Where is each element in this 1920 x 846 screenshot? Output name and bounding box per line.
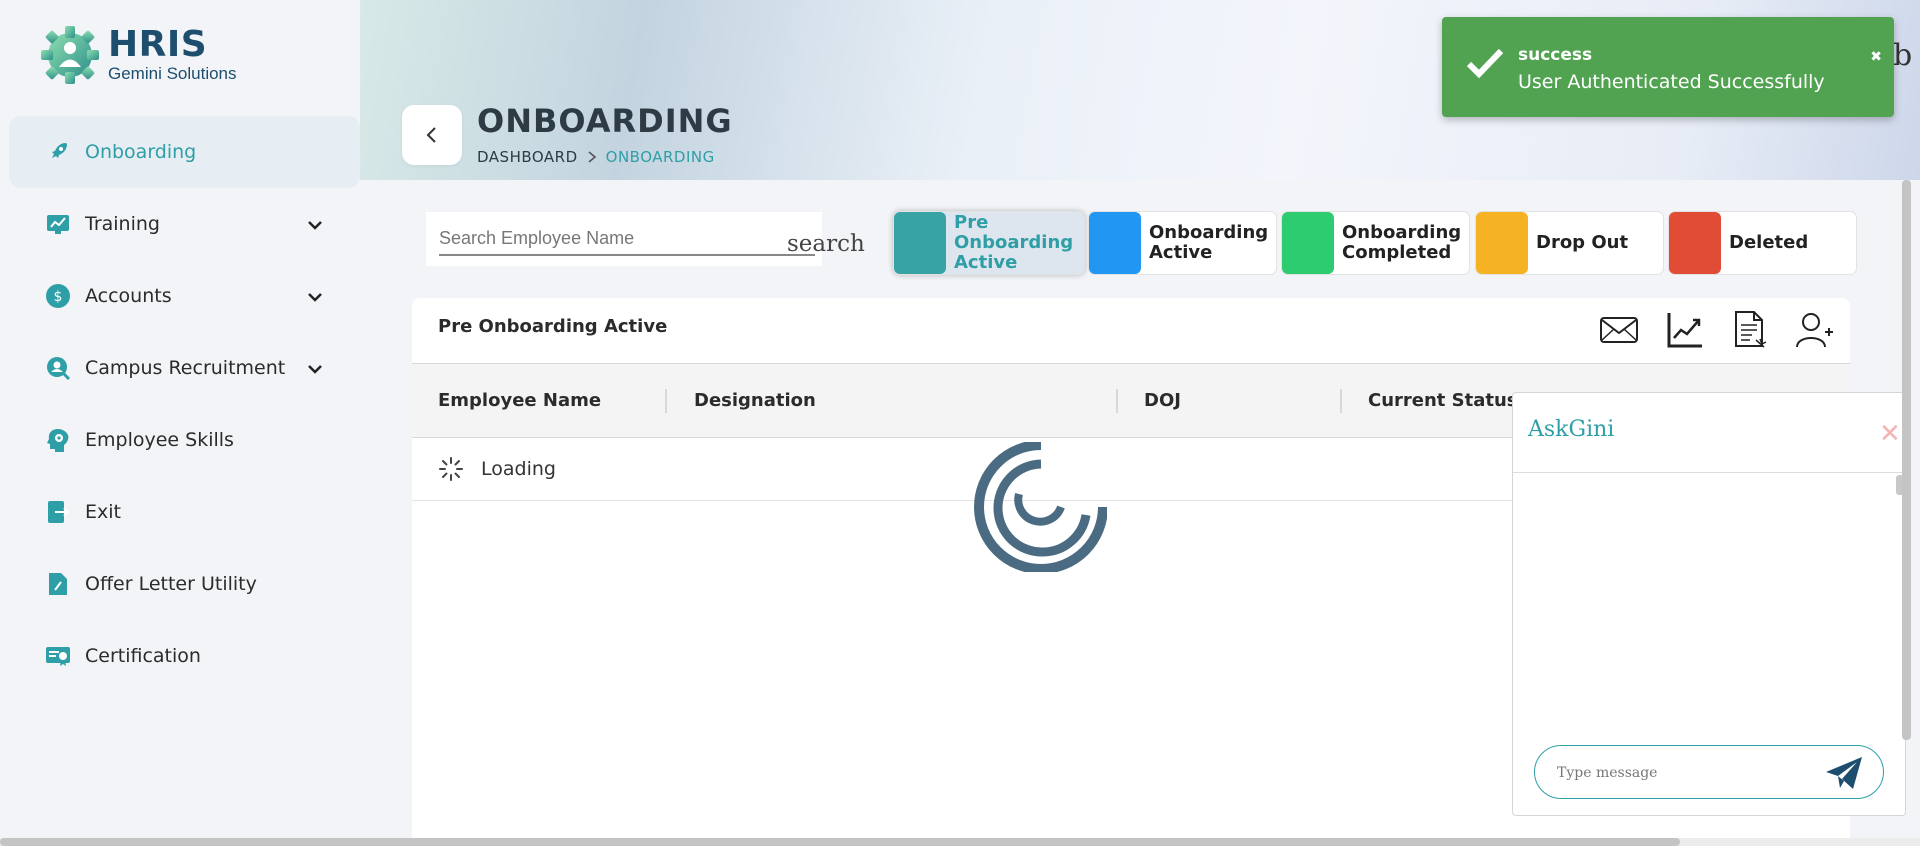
tab-label: Onboarding Active [1149, 222, 1269, 263]
chat-close-button[interactable]: ✕ [1879, 419, 1901, 449]
sidebar-item-exit[interactable]: Exit [9, 476, 360, 548]
breadcrumb-dashboard[interactable]: DASHBOARD [477, 148, 578, 166]
page-loading-spinner-icon [974, 442, 1107, 572]
sidebar-item-label: Certification [85, 645, 201, 667]
chevron-left-icon [426, 127, 436, 143]
exit-door-icon [45, 499, 71, 525]
chevron-down-icon[interactable] [306, 288, 324, 306]
sidebar-nav: Onboarding Training $ Accounts Campus Re… [9, 116, 360, 692]
loading-spinner-icon [439, 457, 463, 481]
brand-logo[interactable]: HRIS Gemini Solutions [40, 24, 237, 86]
brand-title: HRIS [108, 24, 208, 65]
horizontal-scrollbar[interactable] [0, 838, 1680, 846]
column-divider[interactable] [1116, 389, 1118, 413]
search-button[interactable]: search [787, 231, 865, 257]
toast-message: User Authenticated Successfully [1518, 71, 1825, 93]
sidebar-item-label: Offer Letter Utility [85, 573, 257, 595]
chat-title: AskGini [1528, 417, 1615, 442]
status-swatch [1669, 212, 1721, 274]
chat-header: AskGini ✕ [1513, 393, 1905, 473]
dollar-icon: $ [45, 283, 71, 309]
success-toast: success User Authenticated Successfully … [1442, 17, 1894, 117]
chat-input-container [1534, 745, 1884, 799]
column-header-current-status[interactable]: Current Status [1368, 390, 1518, 411]
tab-onboarding-active[interactable]: Onboarding Active [1088, 211, 1277, 275]
chevron-down-icon[interactable] [306, 216, 324, 234]
chart-board-icon [45, 211, 71, 237]
checkmark-icon [1466, 48, 1504, 79]
sidebar-item-label: Accounts [85, 285, 172, 307]
search-container [426, 212, 822, 266]
tab-label: Drop Out [1536, 232, 1629, 253]
toast-close-button[interactable]: ✖ [1870, 49, 1882, 65]
add-user-icon[interactable] [1794, 309, 1836, 351]
status-swatch [1476, 212, 1528, 274]
back-button[interactable] [402, 105, 462, 165]
sidebar-item-label: Training [85, 213, 160, 235]
rocket-icon [45, 139, 71, 165]
sidebar-item-label: Employee Skills [85, 429, 234, 451]
breadcrumb-onboarding: ONBOARDING [605, 148, 715, 166]
brand-subtitle: Gemini Solutions [108, 64, 237, 83]
report-document-icon[interactable] [1729, 309, 1771, 351]
chevron-down-icon[interactable] [306, 360, 324, 378]
tab-pre-onboarding-active[interactable]: Pre Onboarding Active [893, 211, 1085, 275]
vertical-scrollbar[interactable] [1902, 180, 1911, 740]
mail-icon[interactable] [1598, 309, 1640, 351]
user-search-icon [45, 355, 71, 381]
sidebar-item-onboarding[interactable]: Onboarding [9, 116, 360, 188]
table-title: Pre Onboarding Active [438, 316, 668, 337]
sidebar-item-campus-recruitment[interactable]: Campus Recruitment [9, 332, 360, 404]
loading-text: Loading [481, 458, 556, 480]
horizontal-scrollbar-track [0, 838, 1920, 846]
tab-label: Deleted [1729, 232, 1809, 253]
askgini-chat-panel: AskGini ✕ [1512, 392, 1906, 816]
sidebar-item-accounts[interactable]: $ Accounts [9, 260, 360, 332]
partially-hidden-text: b [1893, 38, 1913, 73]
trend-chart-icon[interactable] [1664, 309, 1706, 351]
chevron-right-icon [588, 151, 596, 163]
sidebar-item-employee-skills[interactable]: Employee Skills [9, 404, 360, 476]
tab-label: Pre Onboarding Active [954, 212, 1074, 273]
chat-message-input[interactable] [1557, 761, 1817, 785]
gear-user-logo-icon [41, 26, 99, 84]
sidebar-item-offer-letter-utility[interactable]: Offer Letter Utility [9, 548, 360, 620]
sidebar-item-label: Exit [85, 501, 121, 523]
status-swatch [894, 212, 946, 274]
column-divider[interactable] [665, 389, 667, 413]
tab-onboarding-completed[interactable]: Onboarding Completed [1281, 211, 1470, 275]
column-header-doj[interactable]: DOJ [1144, 390, 1181, 411]
head-gear-icon [45, 427, 71, 453]
breadcrumb: DASHBOARD ONBOARDING [477, 148, 715, 166]
certificate-icon [45, 643, 71, 669]
document-pen-icon [45, 571, 71, 597]
tab-drop-out[interactable]: Drop Out [1475, 211, 1664, 275]
sidebar-item-training[interactable]: Training [9, 188, 360, 260]
column-header-designation[interactable]: Designation [694, 390, 816, 411]
toast-title: success [1518, 45, 1593, 65]
sidebar: HRIS Gemini Solutions Onboarding Trainin… [0, 0, 360, 846]
search-input[interactable] [439, 222, 815, 256]
sidebar-item-certification[interactable]: Certification [9, 620, 360, 692]
status-swatch [1282, 212, 1334, 274]
tab-deleted[interactable]: Deleted [1668, 211, 1857, 275]
send-icon[interactable] [1823, 754, 1865, 792]
tab-label: Onboarding Completed [1342, 222, 1462, 263]
column-header-employee-name[interactable]: Employee Name [438, 390, 601, 411]
sidebar-item-label: Campus Recruitment [85, 357, 286, 379]
status-swatch [1089, 212, 1141, 274]
column-divider[interactable] [1340, 389, 1342, 413]
svg-text:$: $ [54, 289, 63, 305]
sidebar-item-label: Onboarding [85, 141, 197, 163]
page-title: ONBOARDING [477, 102, 733, 140]
